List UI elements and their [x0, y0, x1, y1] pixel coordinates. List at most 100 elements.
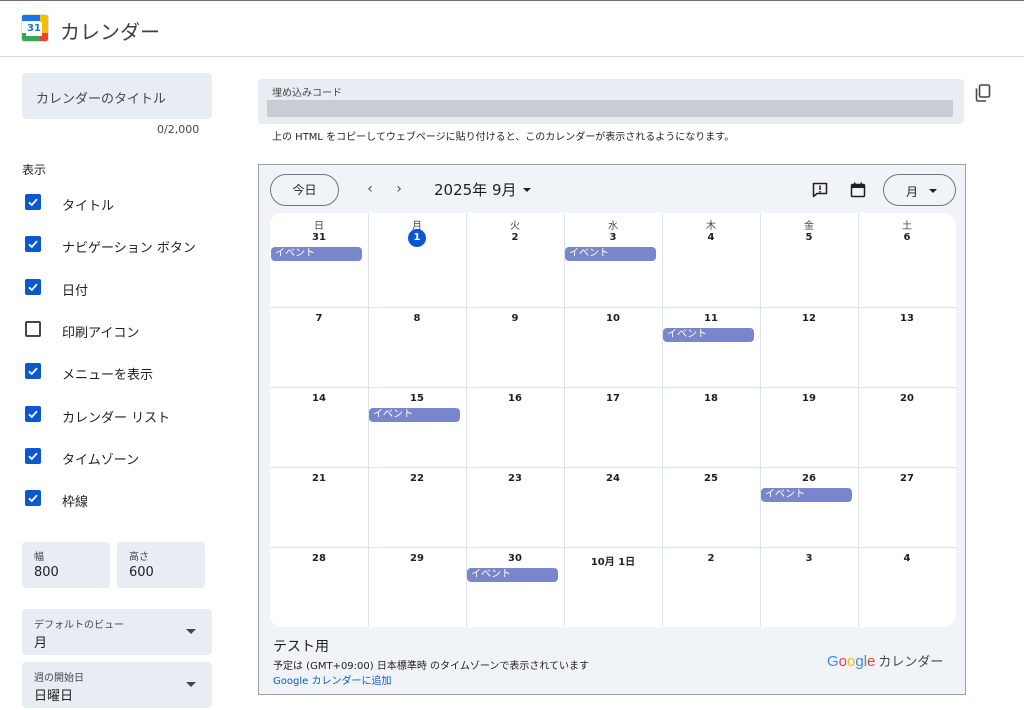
- copy-icon[interactable]: [975, 84, 991, 102]
- date-number[interactable]: 12: [760, 313, 858, 324]
- height-value: 600: [129, 565, 154, 580]
- grid-divider: [466, 213, 467, 627]
- date-number[interactable]: 4: [662, 232, 760, 243]
- date-number[interactable]: 3: [564, 232, 662, 243]
- date-number[interactable]: 8: [368, 313, 466, 324]
- date-number[interactable]: 2: [662, 553, 760, 564]
- event-chip[interactable]: イベント: [467, 568, 558, 582]
- checkbox-checked-icon[interactable]: [25, 279, 41, 295]
- display-option[interactable]: 印刷アイコン: [24, 320, 214, 341]
- brand-product-name: カレンダー: [878, 655, 944, 670]
- date-number[interactable]: 15: [368, 393, 466, 404]
- month-label[interactable]: 2025年 9月: [434, 179, 517, 200]
- checkbox-checked-icon[interactable]: [25, 236, 41, 252]
- week-start-select[interactable]: 週の開始日 日曜日: [22, 662, 212, 708]
- default-view-label: デフォルトのビュー: [34, 620, 124, 631]
- date-number[interactable]: 16: [466, 393, 564, 404]
- date-number[interactable]: 27: [858, 473, 956, 484]
- height-field[interactable]: 高さ 600: [117, 542, 205, 588]
- embed-code-field[interactable]: 埋め込みコード: [258, 79, 964, 124]
- checkbox-checked-icon[interactable]: [25, 406, 41, 422]
- dropdown-arrow-icon: [186, 629, 196, 634]
- width-value: 800: [34, 565, 59, 580]
- logo-number: 31: [26, 22, 42, 36]
- next-month-button[interactable]: ›: [389, 179, 409, 199]
- display-option-label: タイトル: [62, 199, 115, 214]
- today-date-number[interactable]: 1: [408, 229, 426, 247]
- display-option[interactable]: タイムゾーン: [24, 447, 214, 468]
- checkbox-checked-icon[interactable]: [25, 490, 41, 506]
- display-option-label: カレンダー リスト: [62, 411, 171, 426]
- date-number[interactable]: 9: [466, 313, 564, 324]
- week-start-label: 週の開始日: [34, 673, 84, 684]
- display-option[interactable]: 枠線: [24, 489, 214, 510]
- width-field[interactable]: 幅 800: [22, 542, 110, 588]
- date-number[interactable]: 11: [662, 313, 760, 324]
- calendar-title-input[interactable]: カレンダーのタイトル: [22, 73, 212, 119]
- event-chip[interactable]: イベント: [565, 247, 656, 261]
- date-number[interactable]: 19: [760, 393, 858, 404]
- calendar-icon[interactable]: [849, 181, 867, 199]
- date-number[interactable]: 4: [858, 553, 956, 564]
- date-number[interactable]: 28: [270, 553, 368, 564]
- add-to-google-calendar-link[interactable]: Google カレンダーに追加: [273, 672, 391, 687]
- dropdown-arrow-icon: [929, 189, 937, 193]
- checkbox-checked-icon[interactable]: [25, 363, 41, 379]
- date-number[interactable]: 18: [662, 393, 760, 404]
- checkbox-unchecked-icon[interactable]: [25, 321, 41, 337]
- view-select-button[interactable]: 月: [883, 174, 956, 206]
- date-number[interactable]: 13: [858, 313, 956, 324]
- google-calendar-brand[interactable]: Google カレンダー: [827, 651, 943, 670]
- event-chip[interactable]: イベント: [271, 247, 362, 261]
- display-option[interactable]: タイトル: [24, 193, 214, 214]
- date-number[interactable]: 24: [564, 473, 662, 484]
- today-button[interactable]: 今日: [270, 174, 339, 206]
- date-number[interactable]: 14: [270, 393, 368, 404]
- date-number[interactable]: 23: [466, 473, 564, 484]
- date-number[interactable]: 30: [466, 553, 564, 564]
- event-chip[interactable]: イベント: [761, 488, 852, 502]
- display-option-label: ナビゲーション ボタン: [62, 241, 196, 256]
- display-option-label: メニューを表示: [62, 368, 154, 383]
- event-chip[interactable]: イベント: [369, 408, 460, 422]
- date-number[interactable]: 31: [270, 232, 368, 243]
- calendar-logo-icon: 31: [21, 14, 49, 42]
- date-number[interactable]: 5: [760, 232, 858, 243]
- view-select-value: 月: [906, 185, 919, 199]
- default-view-value: 月: [34, 636, 48, 651]
- feedback-icon[interactable]: [811, 181, 829, 199]
- date-number[interactable]: 29: [368, 553, 466, 564]
- date-number[interactable]: 10: [564, 313, 662, 324]
- date-number[interactable]: 21: [270, 473, 368, 484]
- prev-month-button[interactable]: ‹: [360, 179, 380, 199]
- date-number[interactable]: 10月 1日: [564, 553, 662, 568]
- display-option[interactable]: ナビゲーション ボタン: [24, 235, 214, 256]
- date-number[interactable]: 2: [466, 232, 564, 243]
- title-placeholder: カレンダーのタイトル: [36, 92, 167, 107]
- date-number[interactable]: 7: [270, 313, 368, 324]
- weekday-header: 土: [902, 221, 912, 232]
- display-option[interactable]: メニューを表示: [24, 362, 214, 383]
- height-label: 高さ: [129, 552, 149, 563]
- embed-code-value: [267, 100, 953, 117]
- date-number[interactable]: 20: [858, 393, 956, 404]
- date-number[interactable]: 17: [564, 393, 662, 404]
- date-number[interactable]: 3: [760, 553, 858, 564]
- event-chip[interactable]: イベント: [663, 328, 754, 342]
- date-number[interactable]: 6: [858, 232, 956, 243]
- display-option-label: 印刷アイコン: [62, 326, 140, 341]
- display-option[interactable]: 日付: [24, 278, 214, 299]
- week-start-value: 日曜日: [34, 689, 74, 704]
- month-dropdown-icon[interactable]: [523, 188, 531, 192]
- date-number[interactable]: 26: [760, 473, 858, 484]
- display-option[interactable]: カレンダー リスト: [24, 405, 214, 426]
- date-number[interactable]: 22: [368, 473, 466, 484]
- checkbox-checked-icon[interactable]: [25, 448, 41, 464]
- date-number[interactable]: 25: [662, 473, 760, 484]
- default-view-select[interactable]: デフォルトのビュー 月: [22, 609, 212, 655]
- grid-divider: [270, 467, 956, 468]
- checkbox-checked-icon[interactable]: [25, 194, 41, 210]
- grid-divider: [858, 213, 859, 627]
- display-option-label: タイムゾーン: [62, 453, 140, 468]
- display-option-label: 枠線: [62, 495, 89, 510]
